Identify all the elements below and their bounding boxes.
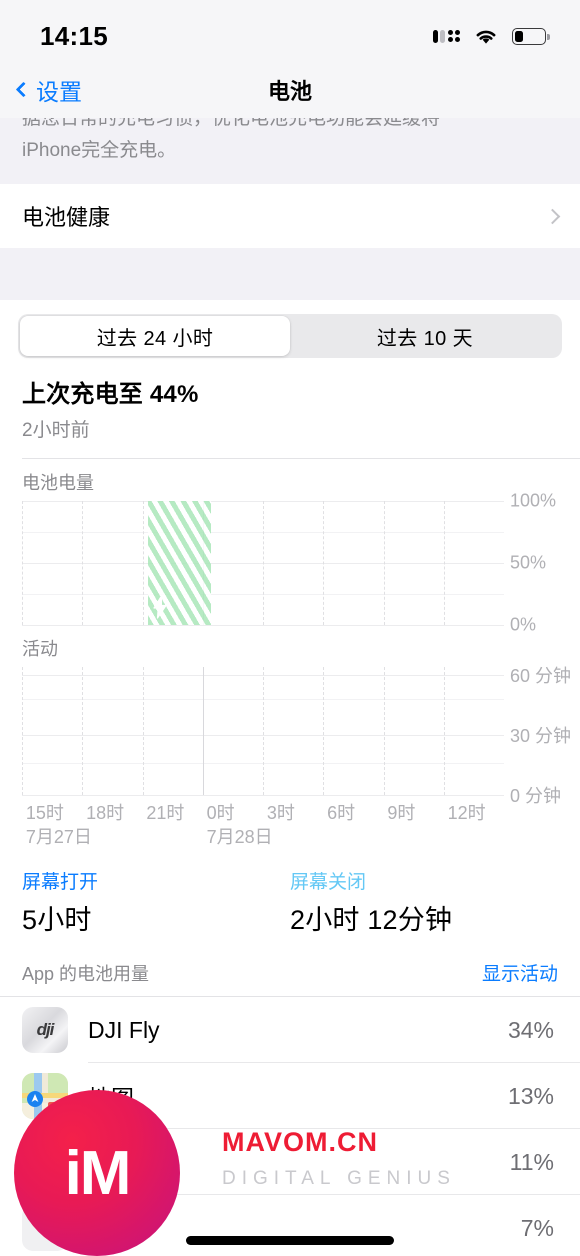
- screen-off-label: 屏幕关闭: [290, 872, 367, 893]
- screen-on-block: 屏幕打开 5小时: [22, 867, 290, 937]
- activity-chart-y-axis: 60 分钟 30 分钟 0 分钟: [504, 666, 578, 806]
- show-activity-button[interactable]: 显示活动: [482, 959, 558, 986]
- last-charge-block: 上次充电至 44% 2小时前: [0, 358, 580, 442]
- activity-chart[interactable]: 60 分钟 30 分钟 0 分钟: [22, 666, 571, 806]
- last-charge-subtitle: 2小时前: [22, 420, 90, 441]
- watermark-logo: iM: [14, 1090, 180, 1256]
- screen-on-label: 屏幕打开: [22, 872, 99, 893]
- wifi-icon: [473, 27, 499, 46]
- y-axis-tick: 0 分钟: [510, 786, 562, 806]
- y-axis-tick: 100%: [510, 490, 557, 511]
- x-axis-tick: 21时: [146, 803, 185, 823]
- x-axis-tick: 9时: [387, 803, 416, 823]
- app-name: DJI Fly: [88, 1016, 160, 1043]
- date-axis-label: 7月28日: [206, 827, 273, 847]
- last-charge-title: 上次充电至 44%: [22, 381, 199, 408]
- app-percent: 7%: [520, 1214, 554, 1241]
- app-percent: 13%: [507, 1082, 554, 1109]
- dji-fly-app-icon: dji: [22, 1007, 68, 1053]
- activity-chart-date-axis: 7月27日 7月28日: [22, 823, 504, 851]
- activity-bars: [22, 667, 504, 795]
- gridline: [22, 795, 504, 796]
- battery-icon: [512, 27, 550, 45]
- time-range-segmented-control[interactable]: 过去 24 小时 过去 10 天: [18, 314, 562, 358]
- y-axis-tick: 0%: [510, 614, 537, 635]
- app-usage-title: App 的电池用量: [22, 963, 150, 984]
- segment-last-10-days[interactable]: 过去 10 天: [290, 316, 560, 356]
- screen-off-value: 2小时 12分钟: [290, 905, 453, 935]
- navigation-bar: 设置 电池: [0, 62, 580, 118]
- y-axis-tick: 50%: [510, 552, 547, 573]
- lightning-bolt-icon: [151, 595, 169, 619]
- activity-chart-x-axis: 15时 18时 21时 0时 3时 6时 9时 12时: [22, 799, 504, 823]
- settings-scroll-view[interactable]: 据您日常的充电习惯，优化电池充电功能会延缓将 iPhone完全充电。 电池健康 …: [0, 118, 580, 1255]
- app-usage-header: App 的电池用量 显示活动: [0, 937, 580, 996]
- app-percent: 11%: [509, 1148, 554, 1175]
- battery-health-row[interactable]: 电池健康: [0, 184, 580, 248]
- x-axis-tick: 15时: [25, 803, 64, 823]
- optimized-charging-note: 据您日常的充电习惯，优化电池充电功能会延缓将 iPhone完全充电。: [0, 118, 580, 184]
- segment-last-24-hours[interactable]: 过去 24 小时: [20, 316, 290, 356]
- battery-health-label: 电池健康: [22, 205, 111, 230]
- chevron-right-icon: [544, 208, 561, 224]
- status-bar: 14:15: [0, 0, 580, 62]
- x-axis-tick: 12时: [447, 803, 486, 823]
- x-axis-tick: 18时: [86, 803, 125, 823]
- section-gap: [0, 248, 580, 300]
- screen-off-block: 屏幕关闭 2小时 12分钟: [290, 867, 558, 937]
- x-axis-tick: 6时: [327, 803, 356, 823]
- battery-level-chart[interactable]: 100% 50% 0%: [22, 491, 556, 635]
- app-percent: 34%: [507, 1016, 554, 1043]
- activity-chart-title: 活动: [22, 639, 58, 659]
- battery-chart-y-axis: 100% 50% 0%: [504, 491, 578, 635]
- screen-usage-summary: 屏幕打开 5小时 屏幕关闭 2小时 12分钟: [0, 851, 580, 937]
- x-axis-tick: 0时: [206, 803, 235, 823]
- home-indicator[interactable]: [186, 1236, 394, 1245]
- watermark-logo-text: iM: [64, 1138, 132, 1208]
- back-button-label: 设置: [36, 78, 82, 105]
- back-button[interactable]: 设置: [15, 73, 82, 107]
- chevron-left-icon: [15, 81, 32, 98]
- status-bar-icons: [432, 27, 550, 46]
- battery-level-chart-title: 电池电量: [22, 473, 94, 493]
- y-axis-tick: 60 分钟: [510, 666, 572, 686]
- page-title: 电池: [267, 78, 312, 104]
- note-text: iPhone完全充电。: [22, 140, 177, 161]
- watermark-tagline: DIGITAL GENIUS: [222, 1168, 456, 1189]
- cellular-signal-icon: [432, 29, 460, 43]
- battery-bars: [22, 501, 504, 625]
- status-bar-time: 14:15: [40, 20, 108, 51]
- app-usage-row[interactable]: dji DJI Fly 34%: [0, 997, 580, 1063]
- battery-level-chart-block: 电池电量 100% 50% 0%: [0, 459, 580, 635]
- note-clipped-line: 据您日常的充电习惯，优化电池充电功能会延缓将: [22, 118, 441, 129]
- battery-health-card: 电池健康: [0, 184, 580, 248]
- x-axis-tick: 3时: [266, 803, 295, 823]
- y-axis-tick: 30 分钟: [510, 726, 572, 746]
- activity-chart-block: 活动 60 分钟 30 分钟 0 分钟 15时 18时 21时 0时 3时 6时 9时 12时 7…: [0, 625, 580, 851]
- date-axis-label: 7月27日: [25, 827, 92, 847]
- app-name: 地图: [88, 1079, 508, 1113]
- screen-on-value: 5小时: [22, 905, 92, 935]
- gridline: [22, 625, 504, 626]
- watermark-site: MAVOM.CN: [222, 1127, 378, 1157]
